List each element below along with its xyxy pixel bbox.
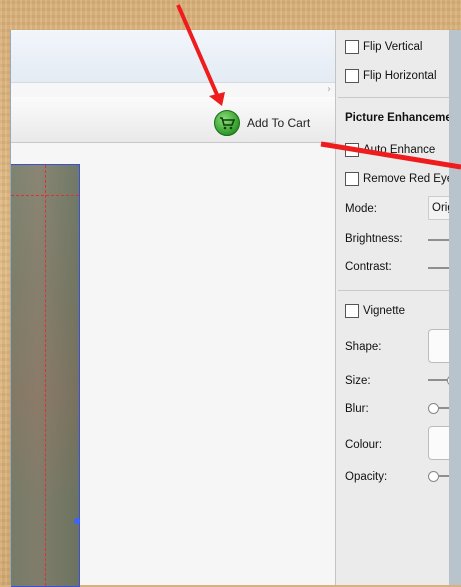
- brightness-label: Brightness:: [345, 233, 403, 245]
- contrast-label: Contrast:: [345, 261, 392, 273]
- options-panel: Flip Vertical Flip Horizontal Picture En…: [335, 30, 461, 585]
- contrast-row: Contrast:: [345, 261, 403, 273]
- flip-horizontal-checkbox[interactable]: [345, 69, 359, 83]
- opacity-row: Opacity:: [345, 471, 403, 483]
- remove-red-eye-checkbox[interactable]: [345, 172, 359, 186]
- flip-vertical-option[interactable]: Flip Vertical: [345, 40, 422, 54]
- brightness-row: Brightness:: [345, 233, 403, 245]
- divider: [338, 97, 461, 98]
- vignette-checkbox[interactable]: [345, 304, 359, 318]
- remove-red-eye-label: Remove Red Eye: [363, 173, 454, 185]
- picture-enhancement-title: Picture Enhancement: [345, 112, 461, 124]
- vignette-label: Vignette: [363, 305, 405, 317]
- chevron-right-icon[interactable]: ›: [327, 83, 331, 97]
- flip-vertical-checkbox[interactable]: [345, 40, 359, 54]
- photo-canvas[interactable]: [11, 143, 335, 587]
- size-label: Size:: [345, 375, 371, 387]
- blur-row: Blur:: [345, 403, 403, 415]
- flip-vertical-label: Flip Vertical: [363, 41, 423, 53]
- mode-label: Mode:: [345, 203, 377, 215]
- blur-label: Blur:: [345, 403, 369, 415]
- opacity-slider-thumb[interactable]: [428, 471, 439, 482]
- shape-label: Shape:: [345, 341, 382, 353]
- address-bar: ›: [11, 82, 335, 98]
- blur-slider-thumb[interactable]: [428, 403, 439, 414]
- mode-row: Mode:: [345, 203, 403, 215]
- remove-red-eye-option[interactable]: Remove Red Eye: [345, 172, 453, 186]
- shopping-cart-icon: [214, 110, 240, 136]
- flip-horizontal-option[interactable]: Flip Horizontal: [345, 69, 437, 83]
- auto-enhance-option[interactable]: Auto Enhance: [345, 143, 435, 157]
- divider: [338, 290, 461, 291]
- crop-guide-vertical: [45, 165, 46, 586]
- colour-row: Colour:: [345, 439, 403, 451]
- flip-horizontal-label: Flip Horizontal: [363, 70, 437, 82]
- panel-edge: [449, 30, 461, 585]
- colour-label: Colour:: [345, 439, 383, 451]
- toolbar: Add To Cart: [11, 97, 335, 143]
- auto-enhance-label: Auto Enhance: [363, 144, 436, 156]
- picture-enhancement-heading: Picture Enhancement: [345, 112, 461, 124]
- shape-row: Shape:: [345, 341, 403, 353]
- vignette-option[interactable]: Vignette: [345, 304, 405, 318]
- opacity-label: Opacity:: [345, 471, 388, 483]
- resize-handle[interactable]: [74, 518, 80, 524]
- title-bar: [11, 30, 335, 82]
- add-to-cart-button[interactable]: Add To Cart: [214, 109, 310, 137]
- application-window: › Add To Cart Flip Vertical Flip Horizon…: [10, 30, 461, 587]
- auto-enhance-checkbox[interactable]: [345, 143, 359, 157]
- size-row: Size:: [345, 375, 403, 387]
- photo-preview[interactable]: [11, 164, 80, 587]
- add-to-cart-label: Add To Cart: [247, 116, 311, 130]
